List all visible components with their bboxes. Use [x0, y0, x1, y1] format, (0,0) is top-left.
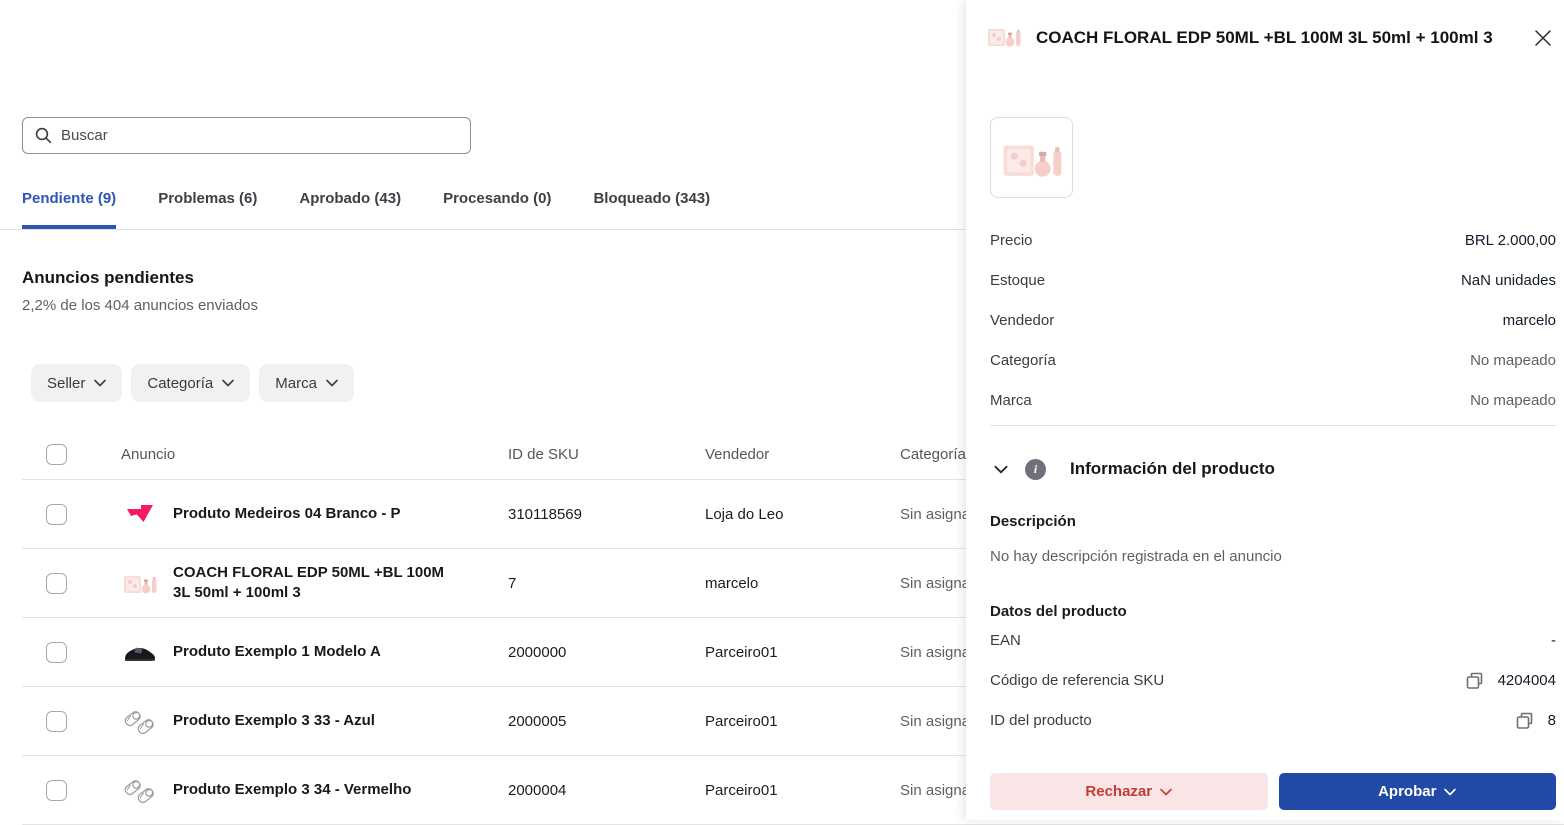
field-estoque: Estoque NaN unidades: [990, 260, 1556, 300]
drawer-footer: Rechazar Aprobar: [966, 768, 1564, 820]
field-label: Marca: [990, 392, 1032, 409]
sku-ref-value: 4204004: [1498, 672, 1556, 689]
product-image-black-shoe: [121, 632, 159, 672]
product-vendedor: Loja do Leo: [705, 506, 900, 523]
reject-button[interactable]: Rechazar: [990, 773, 1268, 810]
field-label: Estoque: [990, 272, 1045, 289]
field-value: No mapeado: [1470, 352, 1556, 369]
drawer-body: Precio BRL 2.000,00 Estoque NaN unidades…: [990, 80, 1556, 820]
product-id-row: ID del producto 8: [990, 700, 1556, 740]
product-sku: 7: [508, 575, 705, 592]
field-label: Vendedor: [990, 312, 1054, 329]
product-sku: 310118569: [508, 506, 705, 523]
sku-ref-row: Código de referencia SKU 4204004: [990, 660, 1556, 700]
product-summary-fields: Precio BRL 2.000,00 Estoque NaN unidades…: [990, 220, 1556, 420]
filter-seller[interactable]: Seller: [31, 364, 122, 402]
product-name[interactable]: Produto Exemplo 3 33 - Azul: [173, 711, 458, 731]
field-value: No mapeado: [1470, 392, 1556, 409]
tab-pendiente[interactable]: Pendiente (9): [22, 186, 116, 229]
drawer-product-title: COACH FLORAL EDP 50ML +BL 100M 3L 50ml +…: [1036, 28, 1516, 48]
chevron-down-icon[interactable]: [990, 458, 1012, 480]
product-image-sneakers: [121, 770, 159, 810]
reject-button-label: Rechazar: [1085, 783, 1152, 800]
product-sku: 2000000: [508, 644, 705, 661]
search-box[interactable]: [22, 117, 471, 154]
chevron-down-icon: [94, 379, 106, 387]
product-image-perfume-set: [121, 563, 159, 603]
product-sku: 2000004: [508, 782, 705, 799]
field-marca: Marca No mapeado: [990, 380, 1556, 420]
product-id-label: ID del producto: [990, 712, 1092, 729]
field-value: marcelo: [1503, 312, 1556, 329]
copy-icon[interactable]: [1465, 670, 1485, 690]
search-input[interactable]: [61, 127, 458, 144]
column-header-anuncio: Anuncio: [121, 446, 508, 463]
row-checkbox[interactable]: [46, 642, 67, 663]
tab-bloqueado[interactable]: Bloqueado (343): [593, 186, 710, 229]
divider: [990, 425, 1556, 426]
column-header-vendedor: Vendedor: [705, 446, 900, 463]
product-info-section-header[interactable]: i Información del producto: [990, 458, 1556, 480]
chevron-down-icon: [1444, 788, 1456, 796]
page-subtitle: 2,2% de los 404 anuncios enviados: [22, 297, 258, 314]
product-detail-drawer: COACH FLORAL EDP 50ML +BL 100M 3L 50ml +…: [966, 0, 1564, 820]
product-vendedor: marcelo: [705, 575, 900, 592]
field-categoria: Categoría No mapeado: [990, 340, 1556, 380]
column-header-sku: ID de SKU: [508, 446, 705, 463]
ean-label: EAN: [990, 632, 1021, 649]
product-vendedor: Parceiro01: [705, 713, 900, 730]
ean-row: EAN -: [990, 620, 1556, 660]
product-name[interactable]: COACH FLORAL EDP 50ML +BL 100M 3L 50ml +…: [173, 563, 458, 604]
chevron-down-icon: [222, 379, 234, 387]
approve-button[interactable]: Aprobar: [1279, 773, 1557, 810]
select-all-checkbox[interactable]: [46, 444, 67, 465]
product-vendedor: Parceiro01: [705, 644, 900, 661]
tab-procesando[interactable]: Procesando (0): [443, 186, 551, 229]
row-checkbox[interactable]: [46, 504, 67, 525]
info-icon: i: [1025, 459, 1046, 480]
filter-marca-label: Marca: [275, 375, 317, 392]
row-checkbox[interactable]: [46, 711, 67, 732]
filter-seller-label: Seller: [47, 375, 85, 392]
product-image-vtex-logo: [121, 494, 159, 534]
copy-icon[interactable]: [1515, 710, 1535, 730]
sku-ref-label: Código de referencia SKU: [990, 672, 1164, 689]
row-checkbox[interactable]: [46, 780, 67, 801]
close-icon[interactable]: [1530, 25, 1556, 51]
product-id-value: 8: [1548, 712, 1556, 729]
product-name[interactable]: Produto Exemplo 3 34 - Vermelho: [173, 780, 458, 800]
product-data-title: Datos del producto: [990, 603, 1556, 620]
product-vendedor: Parceiro01: [705, 782, 900, 799]
product-image-large[interactable]: [990, 117, 1073, 198]
ean-value: -: [1551, 632, 1556, 649]
chevron-down-icon: [1160, 788, 1172, 796]
description-empty-text: No hay descripción registrada en el anun…: [990, 548, 1556, 565]
filter-marca[interactable]: Marca: [259, 364, 354, 402]
page-title: Anuncios pendientes: [22, 268, 194, 288]
row-checkbox[interactable]: [46, 573, 67, 594]
filter-categoria[interactable]: Categoría: [131, 364, 250, 402]
field-precio: Precio BRL 2.000,00: [990, 220, 1556, 260]
drawer-header: COACH FLORAL EDP 50ML +BL 100M 3L 50ml +…: [986, 22, 1556, 54]
tab-aprobado[interactable]: Aprobado (43): [299, 186, 401, 229]
search-icon: [35, 127, 52, 144]
section-title: Información del producto: [1070, 459, 1275, 479]
approve-button-label: Aprobar: [1378, 783, 1436, 800]
tab-problemas[interactable]: Problemas (6): [158, 186, 257, 229]
description-label: Descripción: [990, 513, 1556, 530]
field-vendedor: Vendedor marcelo: [990, 300, 1556, 340]
filter-bar: Seller Categoría Marca: [31, 364, 354, 402]
product-name[interactable]: Produto Medeiros 04 Branco - P: [173, 504, 458, 524]
filter-categoria-label: Categoría: [147, 375, 213, 392]
chevron-down-icon: [326, 379, 338, 387]
product-image-sneakers: [121, 701, 159, 741]
field-value: BRL 2.000,00: [1465, 232, 1556, 249]
field-value: NaN unidades: [1461, 272, 1556, 289]
field-label: Precio: [990, 232, 1033, 249]
product-name[interactable]: Produto Exemplo 1 Modelo A: [173, 642, 458, 662]
product-thumbnail-small: [986, 22, 1022, 54]
product-sku: 2000005: [508, 713, 705, 730]
field-label: Categoría: [990, 352, 1056, 369]
